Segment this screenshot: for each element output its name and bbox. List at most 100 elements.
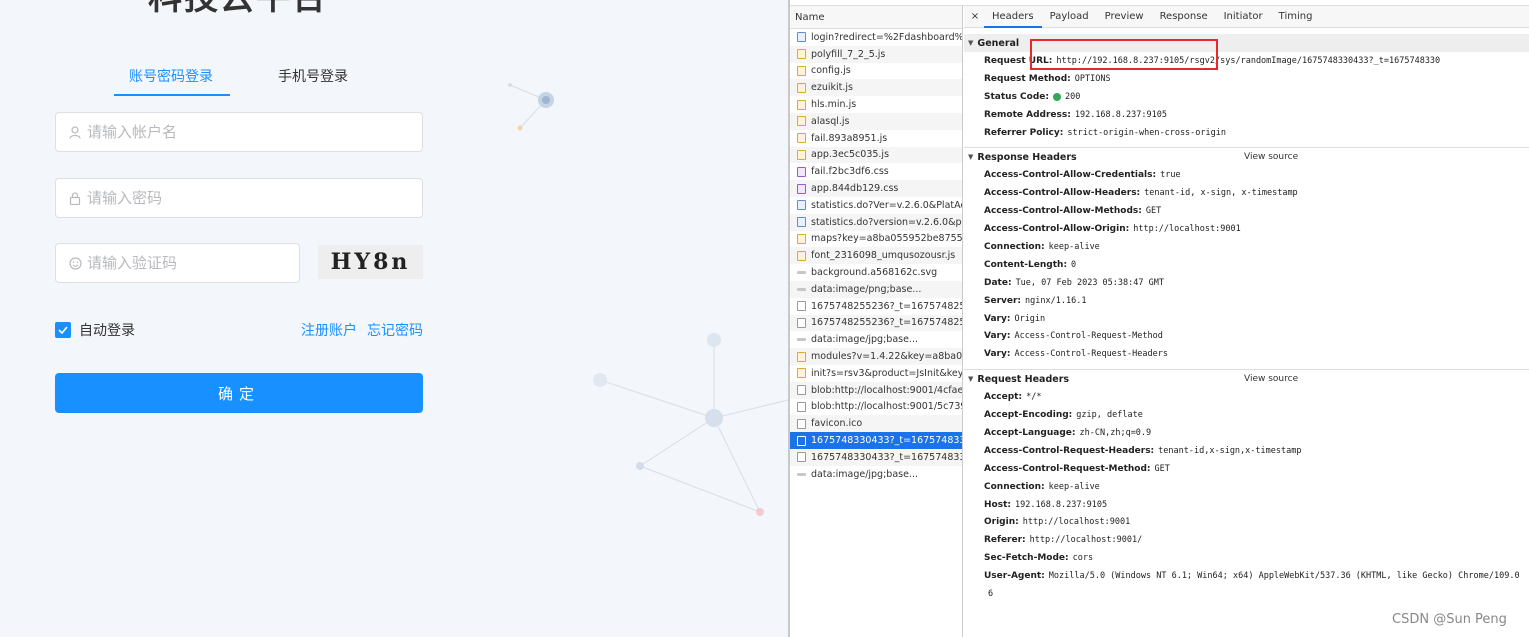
submit-button[interactable]: 确定 bbox=[55, 373, 423, 413]
request-row[interactable]: fail.893a8951.js bbox=[790, 130, 962, 147]
request-row[interactable]: statistics.do?Ver=v.2.6.0&PlatAd... bbox=[790, 197, 962, 214]
header-row: User-Agent: Mozilla/5.0 (Windows NT 6.1; … bbox=[964, 567, 1529, 585]
request-name: 1675748330433?_t=1675748330 bbox=[811, 435, 962, 447]
request-row[interactable]: alasql.js bbox=[790, 112, 962, 130]
request-details: × Headers Payload Preview Response Initi… bbox=[964, 6, 1529, 637]
password-field[interactable] bbox=[55, 178, 423, 218]
header-key: Sec-Fetch-Mode: bbox=[984, 553, 1069, 564]
header-value: http://localhost:9001 bbox=[1022, 517, 1131, 528]
request-row[interactable]: blob:http://localhost:9001/4cfae... bbox=[790, 381, 962, 399]
request-name: statistics.do?version=v.2.6.0&plat... bbox=[811, 216, 962, 228]
request-row[interactable]: app.3ec5c035.js bbox=[790, 146, 962, 164]
header-value: 6 bbox=[988, 588, 994, 599]
request-name: 1675748330433?_t=1675748330 bbox=[811, 451, 962, 463]
request-row[interactable]: 1675748255236?_t=1675748255 bbox=[790, 298, 962, 315]
header-value: keep-alive bbox=[1048, 241, 1100, 252]
tab-initiator[interactable]: Initiator bbox=[1216, 6, 1271, 28]
login-page: 科技云平台 账号密码登录 手机号登录 HY8n 自动登录 注册账户 忘记密码 确… bbox=[0, 0, 788, 637]
name-column-header[interactable]: Name bbox=[790, 6, 962, 29]
captcha-input[interactable] bbox=[87, 254, 287, 272]
auto-login-checkbox[interactable]: 自动登录 bbox=[55, 320, 135, 340]
request-row[interactable]: polyfill_7_2_5.js bbox=[790, 45, 962, 63]
view-source-link[interactable]: View source bbox=[1244, 374, 1298, 384]
request-row[interactable]: blob:http://localhost:9001/5c739... bbox=[790, 399, 962, 416]
request-row[interactable]: 1675748330433?_t=1675748330 bbox=[790, 432, 962, 449]
request-name: app.3ec5c035.js bbox=[811, 149, 890, 161]
header-key: Date: bbox=[984, 277, 1012, 288]
request-row[interactable]: statistics.do?version=v.2.6.0&plat... bbox=[790, 213, 962, 231]
request-row[interactable]: favicon.ico bbox=[790, 415, 962, 433]
header-key: Referrer Policy: bbox=[984, 127, 1064, 138]
request-name: font_2316098_umqusozousr.js bbox=[811, 250, 956, 262]
register-link[interactable]: 注册账户 bbox=[301, 320, 357, 340]
file-blank-icon bbox=[797, 317, 806, 328]
password-input[interactable] bbox=[87, 189, 387, 207]
tab-headers[interactable]: Headers bbox=[984, 6, 1042, 28]
platform-title: 科技云平台 bbox=[148, 0, 328, 19]
username-input[interactable] bbox=[87, 123, 387, 141]
forgot-password-link[interactable]: 忘记密码 bbox=[367, 320, 423, 340]
general-rows: Request URL: http://192.168.8.237:9105/rs… bbox=[964, 52, 1529, 141]
request-row[interactable]: fail.f2bc3df6.css bbox=[790, 163, 962, 180]
request-row[interactable]: data:image/jpg;base... bbox=[790, 466, 962, 483]
file-blank-icon bbox=[797, 301, 806, 312]
tab-preview[interactable]: Preview bbox=[1097, 6, 1152, 28]
request-row[interactable]: init?s=rsv3&product=JsInit&key... bbox=[790, 365, 962, 382]
request-rows: login?redirect=%2Fdashboard%2... polyfill… bbox=[790, 29, 962, 483]
request-row[interactable]: ezuikit.js bbox=[790, 79, 962, 97]
tab-response[interactable]: Response bbox=[1152, 6, 1216, 28]
request-row[interactable]: data:image/jpg;base... bbox=[790, 331, 962, 348]
header-value: tenant-id, x-sign, x-timestamp bbox=[1144, 188, 1298, 199]
file-img-icon bbox=[797, 472, 806, 476]
response-headers-section-header[interactable]: ▼ Response Headers View source bbox=[964, 148, 1529, 166]
header-key: Remote Address: bbox=[984, 109, 1071, 120]
request-row[interactable]: background.a568162c.svg bbox=[790, 264, 962, 281]
header-row: Access-Control-Allow-Credentials: true bbox=[964, 166, 1529, 184]
request-headers-section-header[interactable]: ▼ Request Headers View source bbox=[964, 370, 1529, 388]
header-value: OPTIONS bbox=[1074, 73, 1111, 84]
header-key: Access-Control-Allow-Headers: bbox=[984, 188, 1141, 199]
captcha-image[interactable]: HY8n bbox=[318, 245, 423, 279]
request-name: background.a568162c.svg bbox=[811, 267, 938, 279]
header-row: Sec-Fetch-Mode: cors bbox=[964, 549, 1529, 567]
header-key: Access-Control-Allow-Credentials: bbox=[984, 170, 1157, 181]
tab-timing[interactable]: Timing bbox=[1271, 6, 1321, 28]
header-row: Access-Control-Allow-Headers: tenant-id, … bbox=[964, 184, 1529, 202]
request-row[interactable]: data:image/png;base... bbox=[790, 280, 962, 298]
captcha-field[interactable] bbox=[55, 243, 300, 283]
tab-account-login[interactable]: 账号密码登录 bbox=[129, 66, 213, 86]
request-row[interactable]: 1675748255236?_t=1675748255 bbox=[790, 314, 962, 332]
header-value: Access-Control-Request-Method bbox=[1014, 331, 1163, 342]
file-js-icon bbox=[797, 368, 806, 379]
request-name: polyfill_7_2_5.js bbox=[811, 48, 886, 60]
close-icon[interactable]: × bbox=[966, 11, 984, 22]
request-row[interactable]: login?redirect=%2Fdashboard%2... bbox=[790, 29, 962, 46]
checkbox-checked-icon[interactable] bbox=[55, 322, 71, 338]
request-name: fail.f2bc3df6.css bbox=[811, 166, 889, 178]
devtools-panel: Name login?redirect=%2Fdashboard%2... pol… bbox=[788, 0, 1529, 637]
header-row: Vary: Access-Control-Request-Headers bbox=[964, 345, 1529, 363]
general-section-header[interactable]: ▼ General bbox=[964, 34, 1529, 52]
request-row[interactable]: 1675748330433?_t=1675748330 bbox=[790, 448, 962, 466]
request-row[interactable]: font_2316098_umqusozousr.js bbox=[790, 247, 962, 265]
request-name: blob:http://localhost:9001/4cfae... bbox=[811, 384, 962, 396]
tab-phone-login[interactable]: 手机号登录 bbox=[278, 66, 348, 86]
request-row[interactable]: maps?key=a8ba055952be87559... bbox=[790, 231, 962, 248]
file-js-icon bbox=[797, 65, 806, 76]
request-row[interactable]: config.js bbox=[790, 63, 962, 80]
view-source-link[interactable]: View source bbox=[1244, 152, 1298, 162]
username-field[interactable] bbox=[55, 112, 423, 152]
request-row[interactable]: hls.min.js bbox=[790, 96, 962, 113]
header-row: Access-Control-Allow-Methods: GET bbox=[964, 202, 1529, 220]
header-key: Accept: bbox=[984, 392, 1023, 403]
header-row: Status Code: 200 bbox=[964, 88, 1529, 106]
file-blank-icon bbox=[797, 385, 806, 396]
request-row[interactable]: app.844db129.css bbox=[790, 180, 962, 197]
header-value: 192.168.8.237:9105 bbox=[1074, 109, 1167, 120]
header-value: Mozilla/5.0 (Windows NT 6.1; Win64; x64)… bbox=[1048, 571, 1520, 582]
expand-triangle-icon: ▼ bbox=[968, 153, 974, 162]
header-key: Connection: bbox=[984, 241, 1045, 252]
tab-payload[interactable]: Payload bbox=[1042, 6, 1097, 28]
request-name: init?s=rsv3&product=JsInit&key... bbox=[811, 367, 962, 379]
request-row[interactable]: modules?v=1.4.22&key=a8ba05... bbox=[790, 348, 962, 365]
